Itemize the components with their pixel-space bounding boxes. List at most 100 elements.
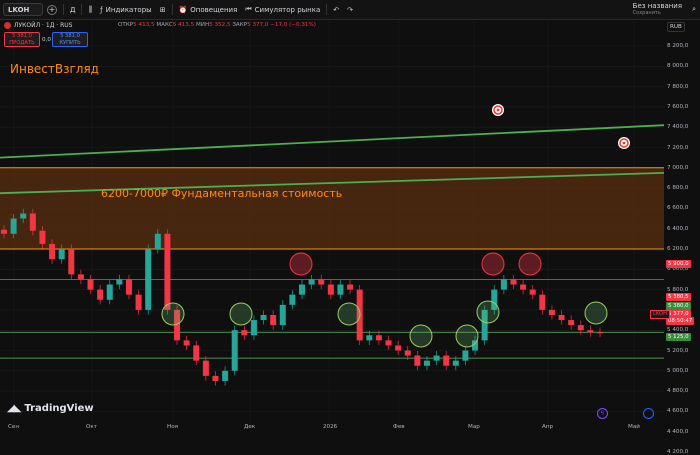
replay-icon: ⏮ — [245, 5, 252, 13]
plus-icon: + — [47, 4, 57, 15]
x-tick-label: 2026 — [323, 424, 338, 430]
candle-body — [529, 289, 536, 295]
candle-body — [154, 233, 161, 249]
candle-body — [270, 314, 277, 326]
x-tick-label: Май — [628, 424, 640, 430]
candle-body — [308, 279, 315, 285]
candle-body — [10, 218, 17, 234]
sell-button[interactable]: 5 381,0 ПРОДАТЬ — [4, 32, 40, 47]
interval-button[interactable]: Д — [66, 0, 79, 19]
y-tick-label: 5 800,0 — [667, 286, 689, 293]
close-value: 5 377,0 — [247, 22, 269, 28]
symbol-logo-icon — [4, 22, 11, 29]
candle-body — [135, 294, 142, 310]
x-tick-label: Апр — [542, 424, 554, 430]
candle-body — [116, 279, 123, 285]
candle-body — [462, 350, 469, 361]
tag-level-5125: 5 125,0 — [666, 333, 691, 341]
candle-body — [279, 304, 286, 326]
high-value: 5 413,5 — [172, 22, 195, 28]
search-icon: ⌕ — [692, 5, 696, 13]
indicators-label: Индикаторы — [105, 5, 152, 14]
candle-body — [577, 325, 584, 331]
target-center — [622, 141, 626, 145]
highlight-circle-red — [518, 252, 542, 276]
currency-label[interactable]: RUB — [667, 22, 685, 32]
candle-body — [548, 309, 555, 315]
sell-label: ПРОДАТЬ — [9, 40, 35, 46]
globe-icon[interactable] — [643, 408, 654, 419]
price-chart[interactable] — [0, 20, 664, 424]
price-axis[interactable]: RUB 8 200,0 8 000,0 7 800,0 7 600,0 7 400,0 7… — [664, 20, 700, 455]
candle-body — [241, 330, 248, 336]
templates-button[interactable]: ⊞ — [156, 0, 170, 19]
candle-body — [366, 335, 373, 341]
x-tick-label: Окт — [86, 424, 98, 430]
y-tick-label: 6 200,0 — [667, 246, 689, 252]
search-button[interactable]: ⌕ — [688, 0, 700, 19]
add-symbol-button[interactable]: + — [43, 0, 61, 19]
candle-body — [318, 279, 325, 285]
indicators-button[interactable]: ƒ Индикаторы — [96, 0, 156, 19]
candle-body — [510, 279, 517, 285]
grid-icon: ⊞ — [159, 5, 166, 14]
candle-body — [587, 330, 594, 333]
y-tick-label: 5 200,0 — [667, 347, 689, 354]
candle-body — [97, 289, 104, 300]
divider — [171, 4, 173, 15]
candle-body — [500, 279, 507, 290]
y-tick-label: 7 000,0 — [667, 164, 689, 171]
candle-body — [145, 249, 152, 310]
ohlc-values: ОТКР5 413,5 МАКС5 413,5 МИН5 352,5 ЗАКР5… — [118, 22, 316, 28]
candle-body — [49, 243, 56, 260]
lightning-icon[interactable]: ϟ — [597, 408, 608, 419]
y-tick-label: 5 000,0 — [667, 367, 689, 374]
y-tick-label: 8 000,0 — [667, 63, 689, 70]
candle-body — [520, 284, 527, 290]
candle-body — [558, 314, 565, 321]
candle-body — [202, 360, 209, 376]
sell-price: 5 381,0 — [12, 33, 32, 39]
tv-logo-icon: ◢◣ — [7, 403, 21, 414]
indicators-icon: ƒ — [100, 5, 103, 14]
divider — [63, 4, 64, 15]
open-value: 5 413,5 — [133, 22, 155, 28]
open-label: ОТКР — [118, 22, 134, 28]
candle-body — [106, 284, 113, 300]
candle-body — [299, 284, 305, 295]
tradingview-logo[interactable]: ◢◣ TradingView — [7, 403, 94, 414]
chart-style-button[interactable]: ⫼ — [84, 0, 96, 19]
candles-icon: ⫼ — [88, 4, 93, 14]
y-tick-label: 4 200,0 — [667, 449, 689, 455]
symbol-search-input[interactable]: LKOH — [3, 3, 43, 16]
buy-button[interactable]: 5 381,0 КУПИТЬ — [52, 32, 88, 47]
candle-body — [183, 340, 190, 346]
candle-body — [260, 314, 267, 321]
change-value: −17,0 (−0,31%) — [270, 22, 316, 28]
y-tick-label: 4 600,0 — [667, 408, 689, 415]
tag-countdown: 08:50:47 — [666, 317, 695, 325]
y-tick-label: 6 400,0 — [667, 225, 689, 232]
legend-title: ЛУКОЙЛ · 1Д · RUS — [14, 22, 73, 29]
highlight-circle-red — [289, 252, 313, 276]
layout-menu[interactable]: Без названия Сохранить — [629, 0, 688, 19]
time-axis[interactable]: Сен Окт Ноя Дек 2026 Фев Мар Апр Май — [0, 424, 664, 434]
undo-button[interactable]: ↶ — [329, 0, 343, 19]
candle-body — [568, 320, 575, 326]
alerts-button[interactable]: ⏰ Оповещения — [175, 0, 242, 19]
candle-body — [77, 274, 84, 280]
highlight-circle-green — [476, 300, 500, 324]
highlight-circle-red — [481, 252, 505, 276]
y-tick-label: 8 200,0 — [667, 43, 689, 49]
highlight-circle-green — [584, 301, 608, 325]
candle-body — [347, 284, 354, 290]
layout-status: Сохранить — [632, 9, 661, 16]
undo-icon: ↶ — [333, 5, 340, 14]
replay-button[interactable]: ⏮ Симулятор рынка — [241, 0, 324, 19]
buy-price: 5 381,0 — [60, 33, 80, 39]
y-tick-label: 7 800,0 — [667, 83, 689, 90]
candle-body — [39, 230, 46, 244]
ticker-tag: LKOH — [650, 310, 670, 319]
redo-button[interactable]: ↷ — [343, 0, 357, 19]
candle-body — [20, 213, 27, 219]
